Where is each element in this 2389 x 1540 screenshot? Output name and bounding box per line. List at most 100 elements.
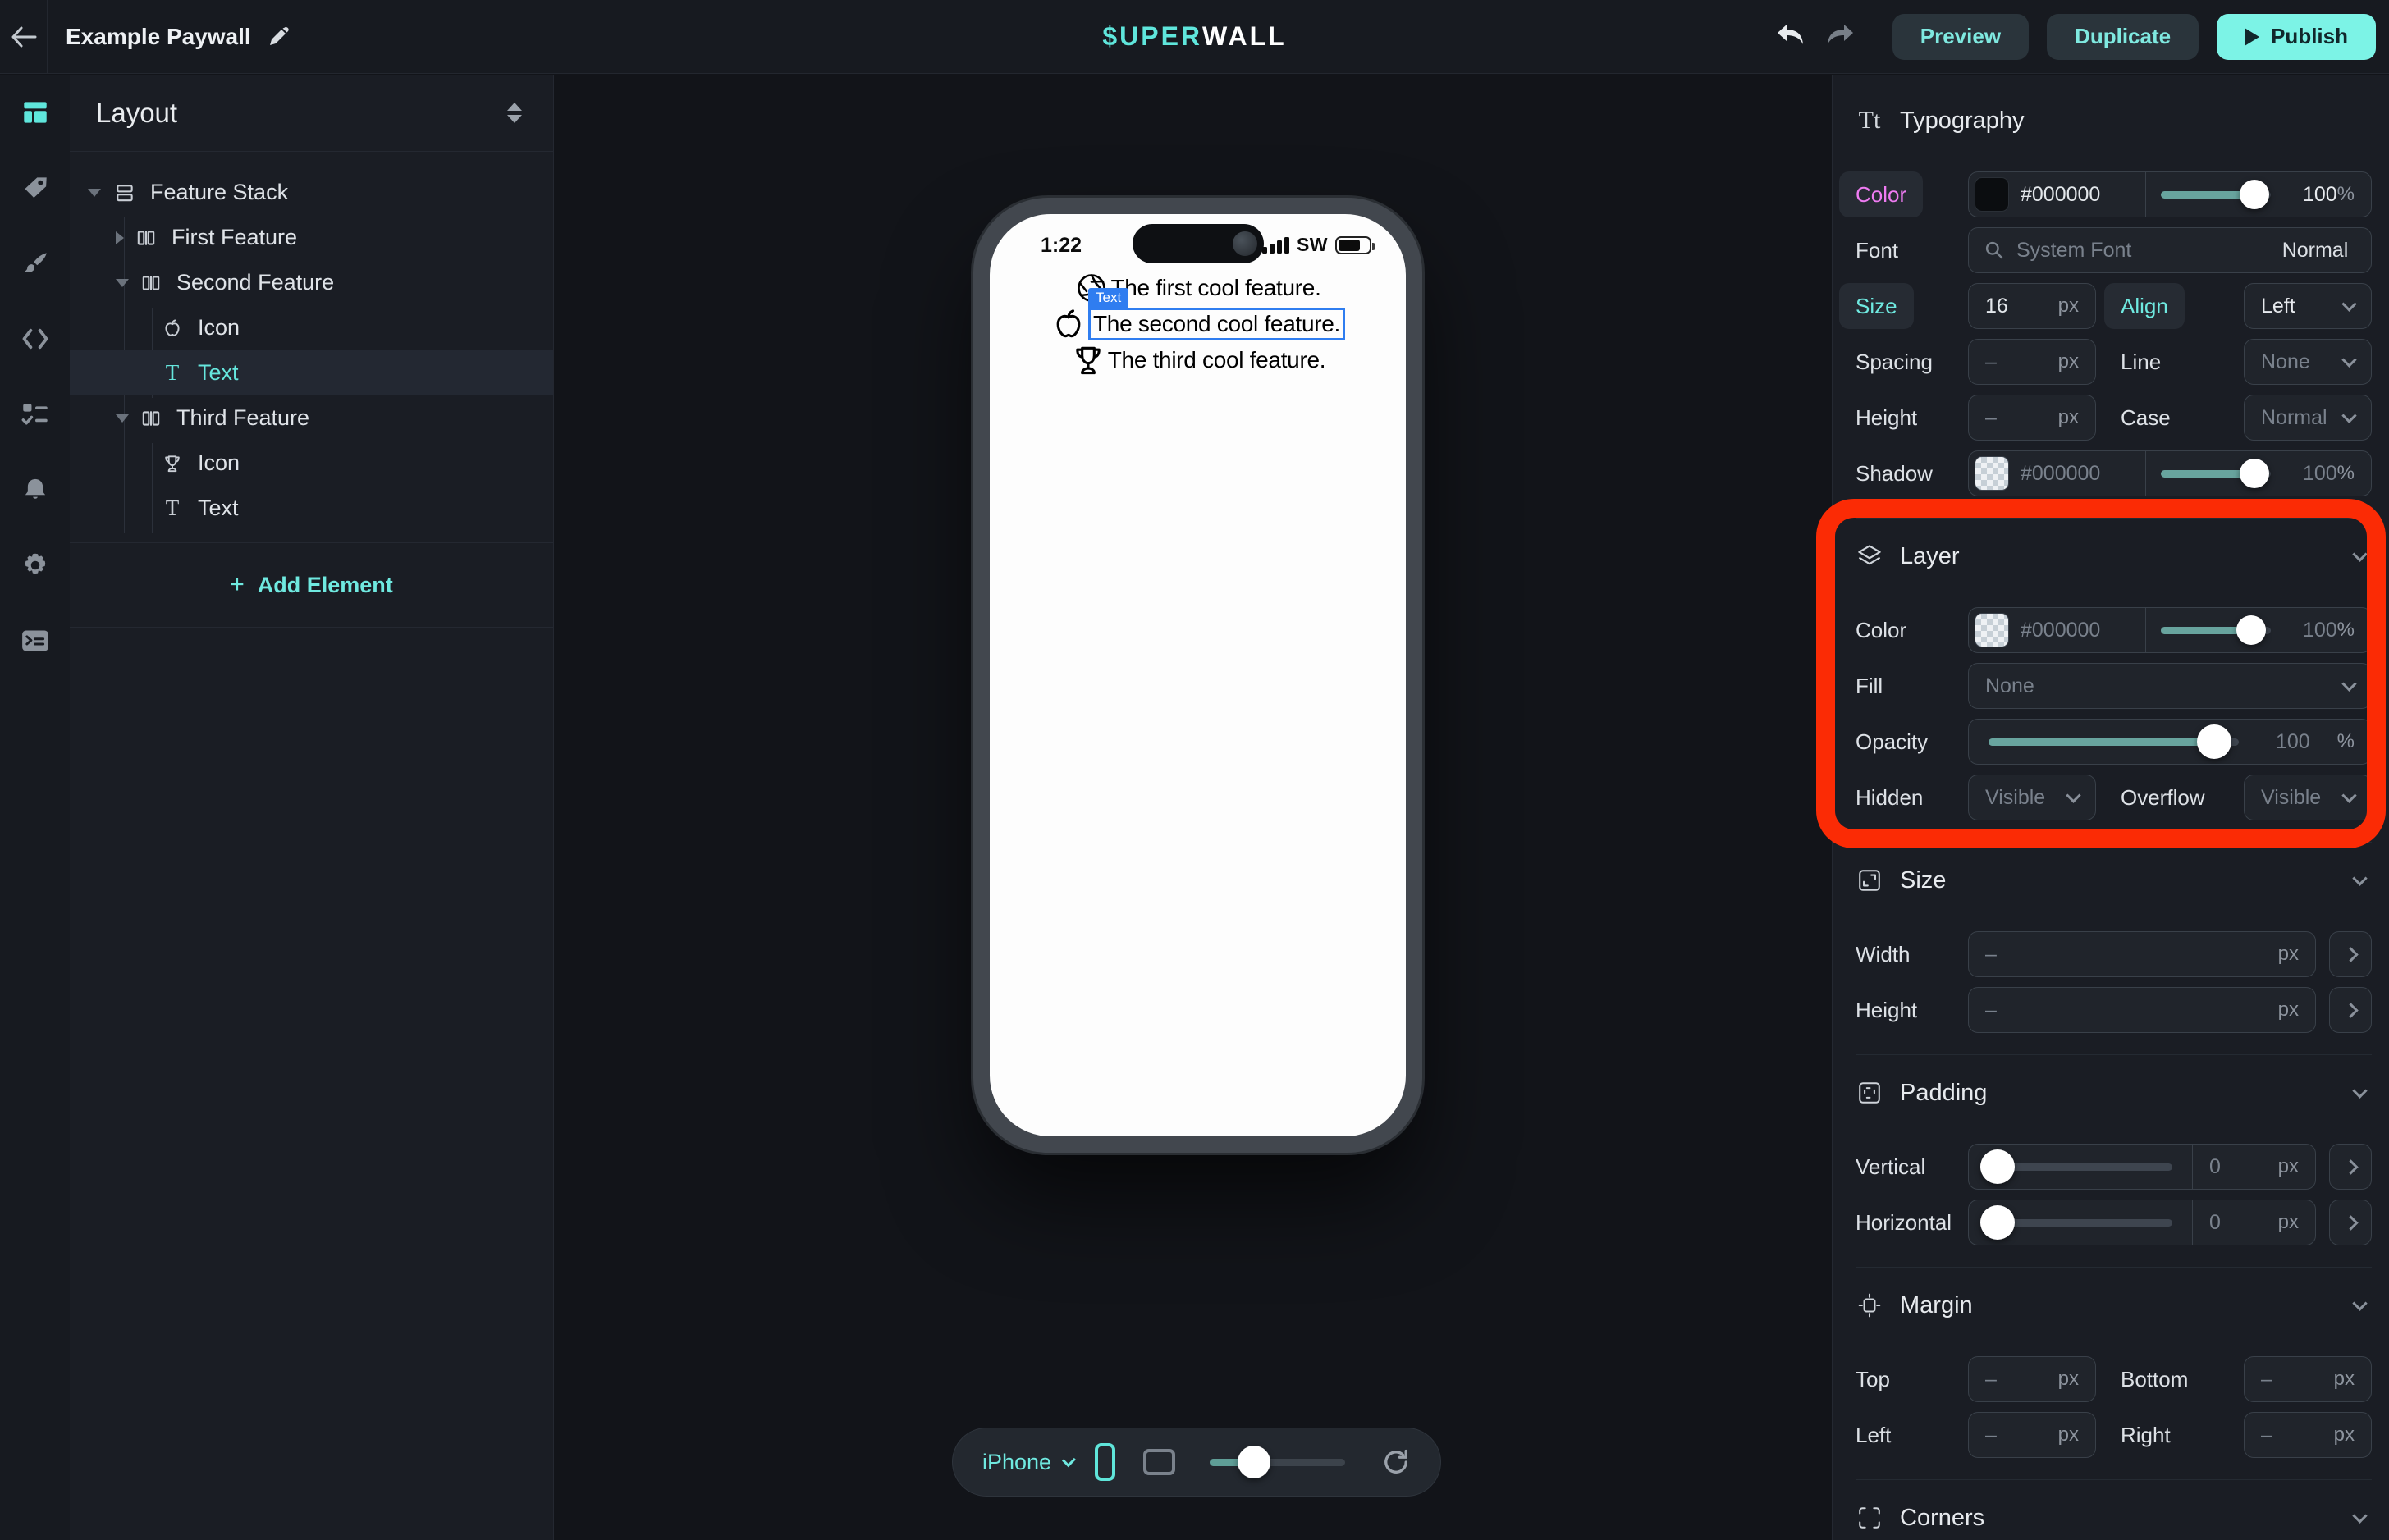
- caret-down-icon[interactable]: [116, 414, 129, 423]
- feature-row[interactable]: The third cool feature.: [1070, 342, 1325, 378]
- fill-select[interactable]: None: [1968, 663, 2372, 709]
- chevron-down-icon[interactable]: [1062, 1453, 1076, 1467]
- chevron-down-icon[interactable]: [2352, 1296, 2367, 1310]
- text-color-label[interactable]: Color: [1839, 171, 1923, 217]
- align-select[interactable]: Left: [2244, 283, 2372, 329]
- slider-knob[interactable]: [1980, 1205, 2015, 1240]
- layer-color-opacity-slider[interactable]: [2145, 608, 2286, 652]
- feature-text[interactable]: The second cool feature.: [1093, 311, 1340, 336]
- slider-knob[interactable]: [2236, 615, 2266, 645]
- tree-item-second-feature[interactable]: Second Feature: [70, 260, 553, 305]
- height-input[interactable]: –px: [1968, 987, 2316, 1033]
- color-hex-value[interactable]: #000000: [2021, 183, 2100, 207]
- selected-element-outline[interactable]: Text The second cool feature.: [1088, 308, 1345, 340]
- text-color-swatch-field[interactable]: #000000: [1969, 172, 2145, 217]
- margin-bottom-input[interactable]: –px: [2244, 1356, 2372, 1402]
- vertical-padding-field[interactable]: 0px: [2192, 1145, 2315, 1189]
- color-opacity-slider[interactable]: [2145, 172, 2286, 217]
- device-select[interactable]: iPhone: [982, 1450, 1051, 1475]
- zoom-slider-knob[interactable]: [1238, 1446, 1270, 1478]
- back-button[interactable]: [0, 0, 48, 73]
- overflow-select[interactable]: Visible: [2244, 775, 2372, 820]
- transparent-swatch[interactable]: [1975, 456, 2009, 491]
- width-expand-button[interactable]: [2329, 931, 2372, 977]
- width-input[interactable]: –px: [1968, 931, 2316, 977]
- sidebar-item-settings[interactable]: [0, 528, 70, 603]
- tree-item-first-feature[interactable]: First Feature: [70, 215, 553, 260]
- sidebar-item-checklist[interactable]: [0, 377, 70, 452]
- slider-knob[interactable]: [2197, 724, 2231, 759]
- tree-item-feature-stack[interactable]: Feature Stack: [70, 170, 553, 215]
- sidebar-item-notifications[interactable]: [0, 452, 70, 528]
- tree-item-text[interactable]: T Text: [70, 486, 553, 531]
- undo-icon[interactable]: [1775, 23, 1806, 51]
- line-select[interactable]: None: [2244, 339, 2372, 385]
- margin-right-input[interactable]: –px: [2244, 1412, 2372, 1458]
- zoom-slider[interactable]: [1210, 1459, 1346, 1466]
- font-weight-select[interactable]: Normal: [2259, 228, 2371, 272]
- phone-screen[interactable]: 1:22 SW The first cool: [990, 214, 1406, 1136]
- shadow-color-field[interactable]: #000000: [1969, 451, 2145, 496]
- hidden-select[interactable]: Visible: [1968, 775, 2096, 820]
- sidebar-item-layout[interactable]: [0, 75, 70, 150]
- align-label[interactable]: Align: [2104, 283, 2185, 329]
- sidebar-item-theme[interactable]: [0, 226, 70, 301]
- shadow-hex-value[interactable]: #000000: [2021, 462, 2100, 486]
- feature-row-selected[interactable]: Text The second cool feature.: [1050, 306, 1345, 342]
- transparent-swatch[interactable]: [1975, 613, 2009, 647]
- horizontal-padding-slider[interactable]: [1969, 1200, 2192, 1245]
- duplicate-button[interactable]: Duplicate: [2047, 14, 2199, 60]
- shadow-opacity-slider[interactable]: [2145, 451, 2286, 496]
- opacity-slider[interactable]: [1969, 720, 2259, 764]
- chevron-down-icon[interactable]: [2352, 1508, 2367, 1523]
- tree-item-icon[interactable]: Icon: [70, 305, 553, 350]
- layer-color-opacity-field[interactable]: 100%: [2286, 608, 2371, 652]
- feature-text[interactable]: The third cool feature.: [1108, 347, 1325, 373]
- vertical-padding-expand-button[interactable]: [2329, 1144, 2372, 1190]
- chevron-down-icon[interactable]: [2352, 871, 2367, 885]
- layer-hex-value[interactable]: #000000: [2021, 619, 2100, 642]
- horizontal-padding-expand-button[interactable]: [2329, 1200, 2372, 1245]
- font-search-input[interactable]: System Font: [1969, 228, 2259, 272]
- line-height-input[interactable]: –px: [1968, 395, 2096, 441]
- letter-spacing-input[interactable]: –px: [1968, 339, 2096, 385]
- margin-left-input[interactable]: –px: [1968, 1412, 2096, 1458]
- tree-item-text-selected[interactable]: T Text: [70, 350, 553, 395]
- slider-knob[interactable]: [1980, 1149, 2015, 1184]
- horizontal-padding-field[interactable]: 0px: [2192, 1200, 2315, 1245]
- sidebar-item-console[interactable]: [0, 603, 70, 679]
- caret-down-icon[interactable]: [88, 189, 101, 197]
- add-element-button[interactable]: + Add Element: [70, 543, 553, 628]
- color-opacity-field[interactable]: 100%: [2286, 172, 2371, 217]
- preview-button[interactable]: Preview: [1892, 14, 2029, 60]
- feature-text[interactable]: The first cool feature.: [1110, 275, 1320, 301]
- portrait-mode-icon[interactable]: [1095, 1443, 1115, 1481]
- caret-down-icon[interactable]: [116, 279, 129, 287]
- tree-item-icon[interactable]: Icon: [70, 441, 553, 486]
- slider-knob[interactable]: [2240, 459, 2269, 488]
- case-select[interactable]: Normal: [2244, 395, 2372, 441]
- chevron-down-icon[interactable]: [2352, 546, 2367, 561]
- edit-pencil-icon[interactable]: [268, 26, 289, 48]
- landscape-mode-icon[interactable]: [1143, 1449, 1174, 1475]
- sidebar-item-code[interactable]: [0, 301, 70, 377]
- height-expand-button[interactable]: [2329, 987, 2372, 1033]
- shadow-opacity-field[interactable]: 100%: [2286, 451, 2371, 496]
- margin-top-input[interactable]: –px: [1968, 1356, 2096, 1402]
- slider-knob[interactable]: [2240, 180, 2269, 209]
- redo-icon[interactable]: [1824, 23, 1856, 51]
- color-swatch[interactable]: [1975, 177, 2009, 212]
- opacity-field[interactable]: 100%: [2259, 720, 2371, 764]
- refresh-icon[interactable]: [1381, 1447, 1411, 1477]
- tree-item-third-feature[interactable]: Third Feature: [70, 395, 553, 441]
- sort-icon[interactable]: [507, 103, 522, 123]
- font-size-label[interactable]: Size: [1839, 283, 1914, 329]
- font-size-input[interactable]: 16px: [1968, 283, 2096, 329]
- vertical-padding-slider[interactable]: [1969, 1145, 2192, 1189]
- sidebar-item-products[interactable]: [0, 150, 70, 226]
- publish-button[interactable]: Publish: [2217, 14, 2376, 60]
- editor-canvas[interactable]: 1:22 SW The first cool: [555, 75, 1832, 1540]
- caret-right-icon[interactable]: [116, 231, 124, 244]
- layer-color-field[interactable]: #000000: [1969, 608, 2145, 652]
- chevron-down-icon[interactable]: [2352, 1083, 2367, 1098]
